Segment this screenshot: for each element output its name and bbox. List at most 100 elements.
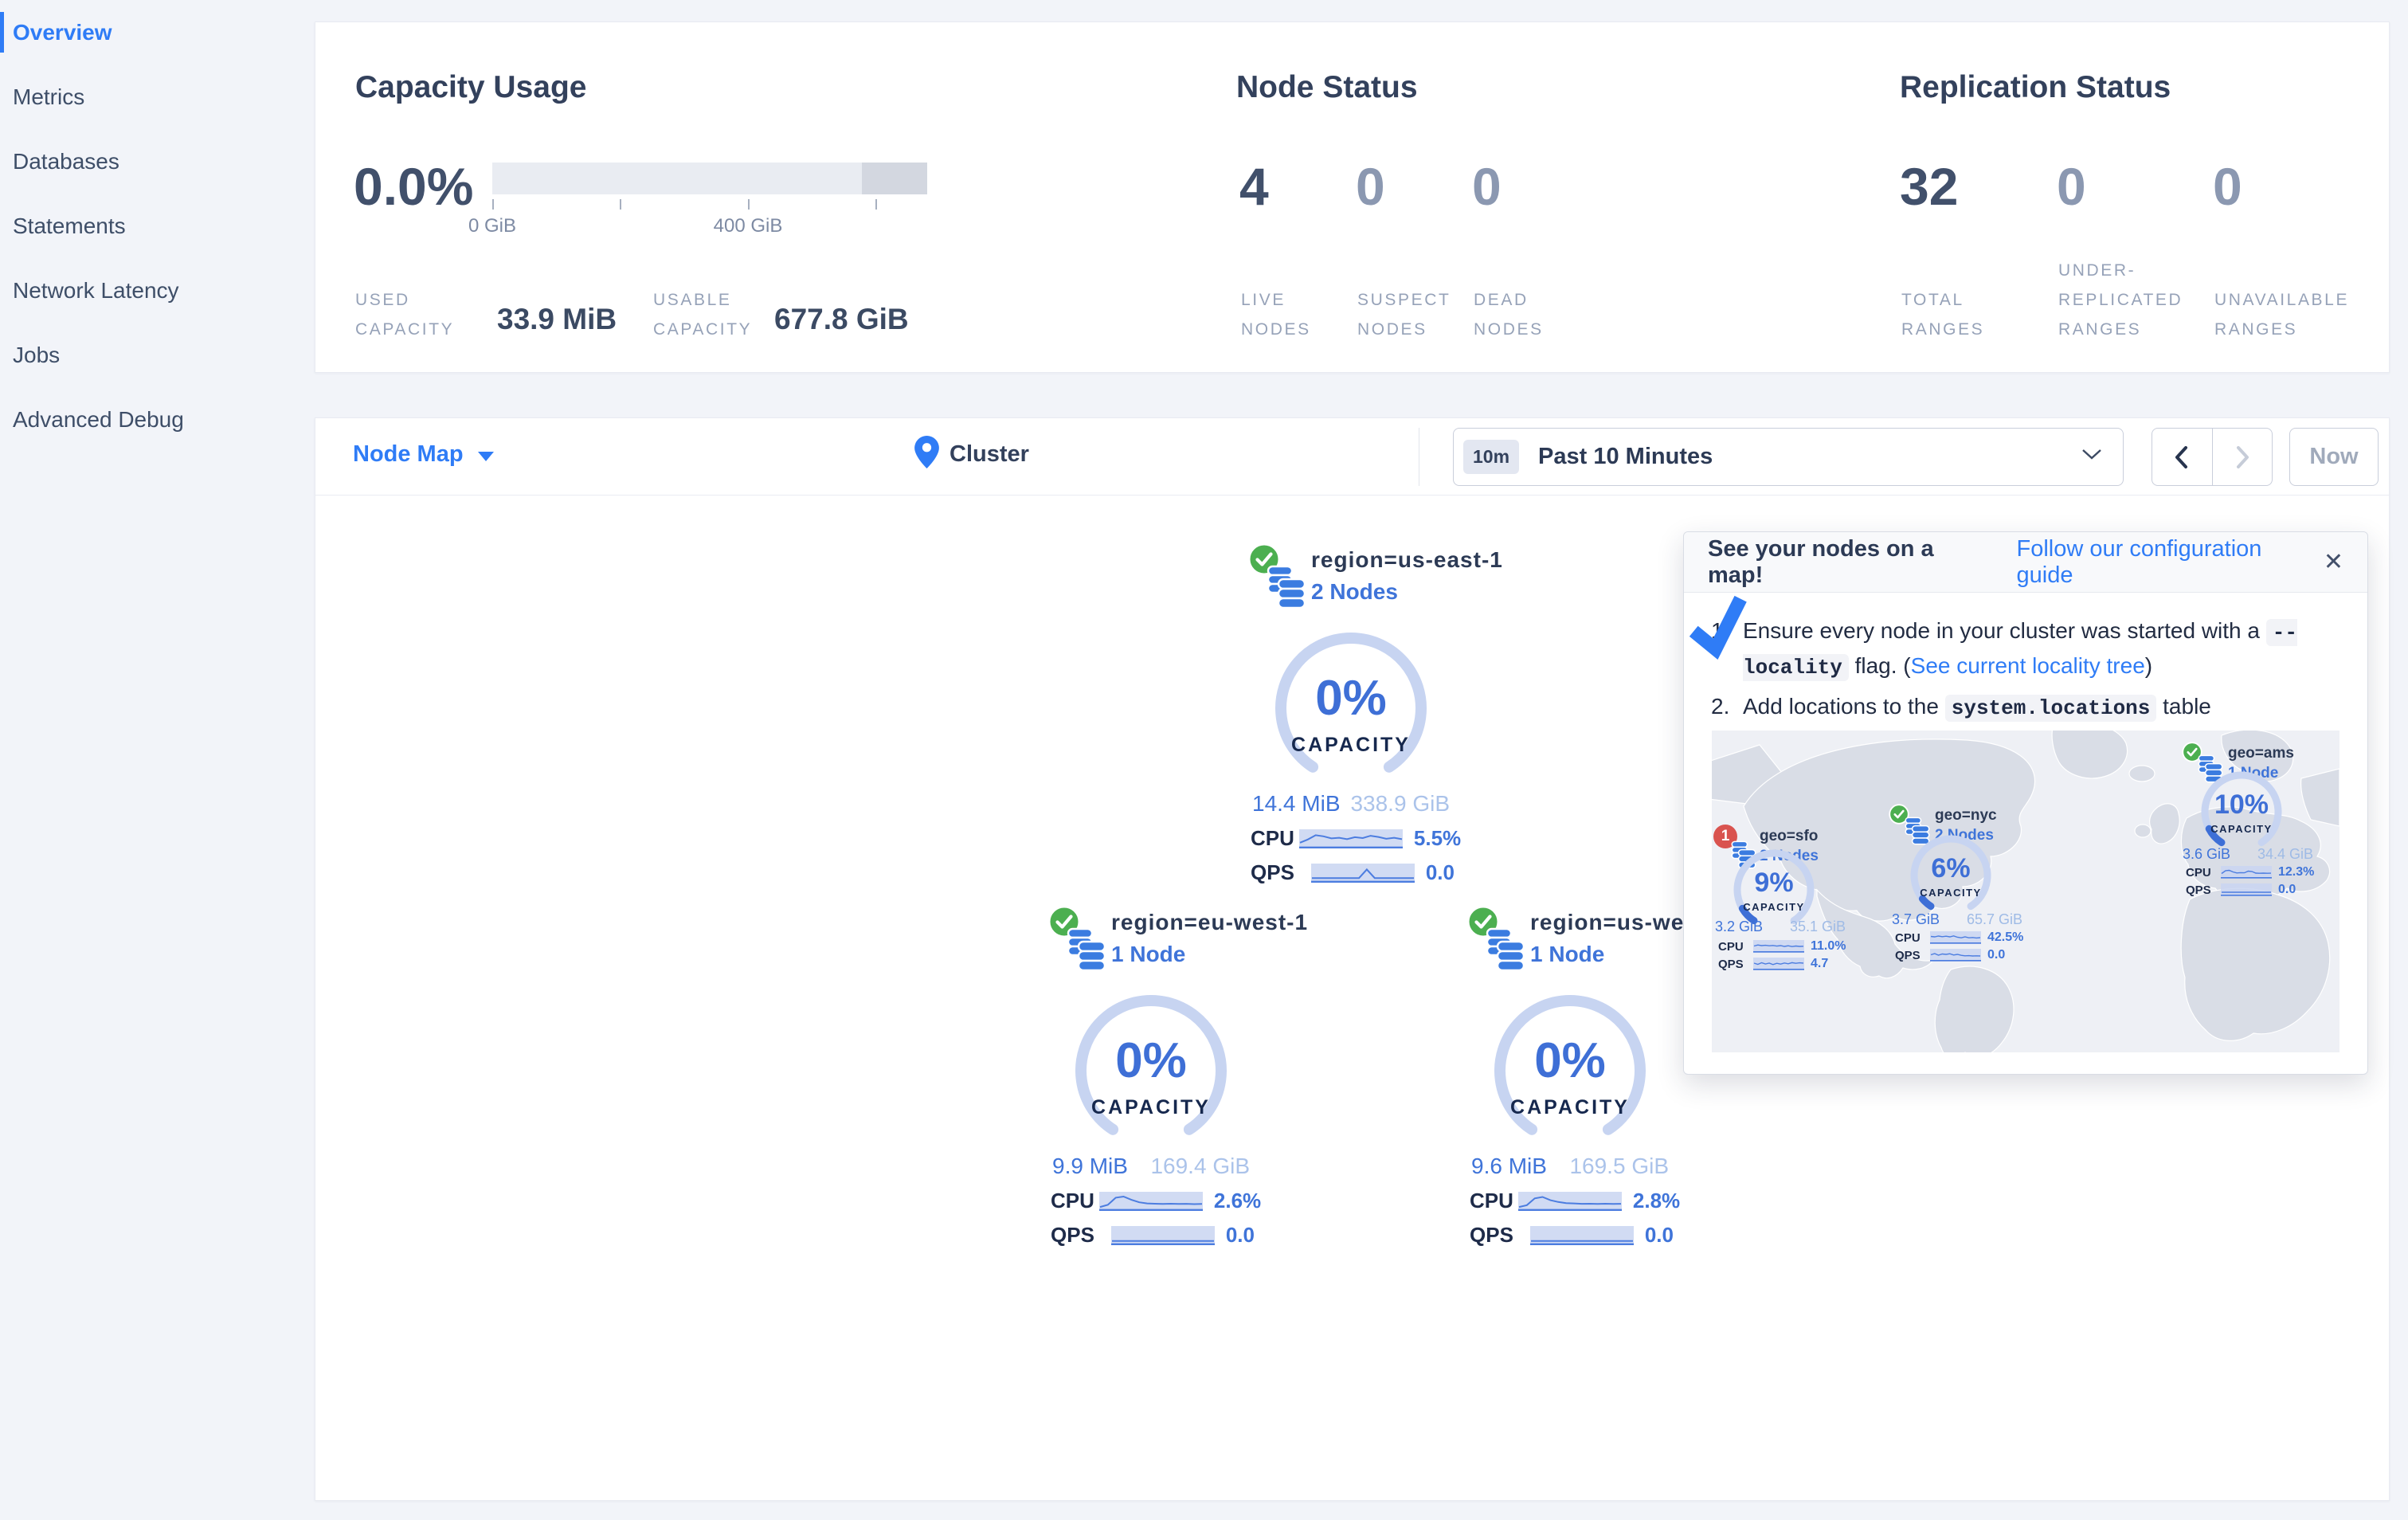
time-next-button[interactable]	[2213, 429, 2273, 485]
qps-row: QPS 0.0	[1466, 1223, 1674, 1248]
gauge-percent: 0%	[1315, 671, 1387, 726]
cpu-sparkline	[2221, 866, 2272, 879]
capacity-tick-label-0: 0 GiB	[468, 215, 517, 237]
database-stack-icon	[1267, 565, 1306, 613]
chevron-down-icon	[2081, 449, 2102, 465]
qps-value: 0.0	[1425, 860, 1455, 884]
qps-label: QPS	[1718, 957, 1744, 971]
close-icon[interactable]: ✕	[2324, 548, 2343, 576]
cpu-value: 2.8%	[1632, 1189, 1681, 1212]
qps-sparkline	[1110, 1225, 1215, 1245]
capacity-tick	[875, 199, 877, 210]
sidebar-item-label: Jobs	[13, 342, 61, 367]
cpu-row: CPU 11.0%	[1718, 939, 1846, 954]
tooltip-header: See your nodes on a map! Follow our conf…	[1684, 532, 2367, 593]
capacity-bar-reserved	[862, 163, 927, 194]
view-selector-label: Node Map	[353, 441, 464, 467]
total-value: 34.4 GiB	[2257, 846, 2313, 862]
gauge-percent: 0%	[1534, 1033, 1606, 1088]
used-value: 9.6 MiB	[1471, 1154, 1547, 1178]
cpu-row: CPU 2.8%	[1466, 1189, 1680, 1213]
capacity-tick-label-400: 400 GiB	[713, 215, 783, 237]
sidebar-item-metrics[interactable]: Metrics	[0, 75, 315, 119]
capacity-gauge: 0% CAPACITY	[1259, 629, 1443, 786]
cpu-row: CPU 12.3%	[2186, 865, 2314, 879]
cpu-label: CPU	[1251, 826, 1294, 850]
qps-label: QPS	[1251, 860, 1294, 884]
qps-row: QPS 0.0	[1895, 948, 2005, 962]
sidebar-item-jobs[interactable]: Jobs	[0, 333, 315, 377]
capacity-bar	[492, 163, 927, 194]
unavailable-value: 0	[2213, 157, 2242, 216]
now-button[interactable]: Now	[2289, 428, 2379, 486]
gauge-capacity-label: CAPACITY	[1091, 1096, 1211, 1118]
view-selector-dropdown[interactable]: Node Map	[353, 441, 494, 468]
node-status-title: Node Status	[1236, 70, 1418, 104]
cluster-summary-panel: Capacity Usage 0.0% 0 GiB 400 GiB USED C…	[315, 22, 2390, 373]
sidebar-item-label: Network Latency	[13, 277, 179, 303]
sidebar: Overview Metrics Databases Statements Ne…	[0, 0, 315, 1520]
locality-tree-link[interactable]: See current locality tree	[1911, 653, 2145, 678]
replication-status-title: Replication Status	[1900, 70, 2171, 104]
capacity-tick	[748, 199, 750, 210]
gauge-percent: 9%	[1754, 868, 1794, 898]
used-capacity-value: 33.9 MiB	[497, 303, 617, 335]
sidebar-item-label: Databases	[13, 148, 119, 174]
cpu-value: 5.5%	[1413, 826, 1462, 850]
sidebar-item-databases[interactable]: Databases	[0, 139, 315, 183]
region-node-us-east-1: region=us-east-1 2 Nodes 0% CAPACITY 14.…	[1247, 543, 1502, 885]
used-capacity-label: USED CAPACITY	[355, 291, 455, 339]
qps-label: QPS	[2186, 883, 2211, 897]
node-map-setup-tooltip: See your nodes on a map! Follow our conf…	[1683, 531, 2368, 1075]
time-prev-button[interactable]	[2152, 429, 2213, 485]
live-nodes-label: LIVE NODES	[1241, 291, 1311, 339]
locality-label: geo=ams	[2228, 745, 2294, 762]
suspect-nodes-value: 0	[1356, 157, 1385, 216]
nodes-count-link[interactable]: 1 Node	[1111, 942, 1308, 967]
cpu-row: CPU 2.6%	[1047, 1189, 1261, 1213]
dead-nodes-label: DEAD NODES	[1474, 291, 1544, 339]
cpu-value: 2.6%	[1213, 1189, 1262, 1212]
qps-row: QPS 0.0	[2186, 883, 2296, 897]
capacity-gauge: 6% CAPACITY	[1901, 832, 2000, 920]
location-pin-icon	[914, 436, 939, 472]
cpu-sparkline	[1098, 1191, 1203, 1211]
configuration-guide-link[interactable]: Follow our configuration guide	[2017, 536, 2324, 589]
node-map-panel: Node Map Cluster 10m Past 10 Minutes Now	[315, 417, 2390, 1501]
tooltip-step-1: 1. Ensure every node in your cluster was…	[1711, 613, 2343, 684]
time-range-dropdown[interactable]: 10m Past 10 Minutes	[1453, 428, 2124, 486]
live-nodes-value: 4	[1239, 157, 1269, 216]
map-toolbar: Node Map Cluster 10m Past 10 Minutes Now	[315, 418, 2389, 496]
qps-sparkline	[1529, 1225, 1634, 1245]
qps-label: QPS	[1470, 1223, 1513, 1247]
capacity-usage-title: Capacity Usage	[355, 70, 587, 104]
gauge-capacity-label: CAPACITY	[1920, 887, 1982, 899]
chevron-down-icon	[477, 451, 494, 461]
nodes-count-link[interactable]: 2 Nodes	[1311, 579, 1503, 605]
total-ranges-value: 32	[1900, 157, 1959, 216]
gauge-capacity-label: CAPACITY	[1743, 901, 1805, 913]
total-ranges-label: TOTAL RANGES	[1901, 291, 1985, 339]
breadcrumb[interactable]: Cluster	[949, 441, 1029, 468]
sidebar-item-statements[interactable]: Statements	[0, 204, 315, 248]
qps-sparkline	[1930, 949, 1981, 962]
qps-value: 0.0	[1644, 1223, 1674, 1247]
sidebar-item-overview[interactable]: Overview	[0, 10, 315, 54]
cpu-label: CPU	[2186, 865, 2211, 879]
cpu-value: 11.0%	[1811, 939, 1846, 953]
locality-label: region=us-east-1	[1311, 547, 1503, 572]
used-value: 3.2 GiB	[1715, 919, 1764, 934]
locality-label: geo=sfo	[1760, 828, 1819, 844]
capacity-gauge: 0% CAPACITY	[1478, 991, 1662, 1149]
cpu-label: CPU	[1470, 1189, 1513, 1212]
qps-sparkline	[1310, 863, 1415, 883]
gauge-capacity-label: CAPACITY	[2210, 823, 2273, 835]
cpu-sparkline	[1298, 829, 1403, 848]
qps-sparkline	[1753, 958, 1804, 970]
locality-label: region=eu-west-1	[1111, 910, 1309, 934]
sidebar-item-network-latency[interactable]: Network Latency	[0, 268, 315, 312]
sidebar-item-advanced-debug[interactable]: Advanced Debug	[0, 398, 315, 441]
total-value: 169.5 GiB	[1569, 1154, 1669, 1178]
qps-row: QPS 4.7	[1718, 957, 1828, 971]
total-value: 65.7 GiB	[1966, 911, 2022, 927]
